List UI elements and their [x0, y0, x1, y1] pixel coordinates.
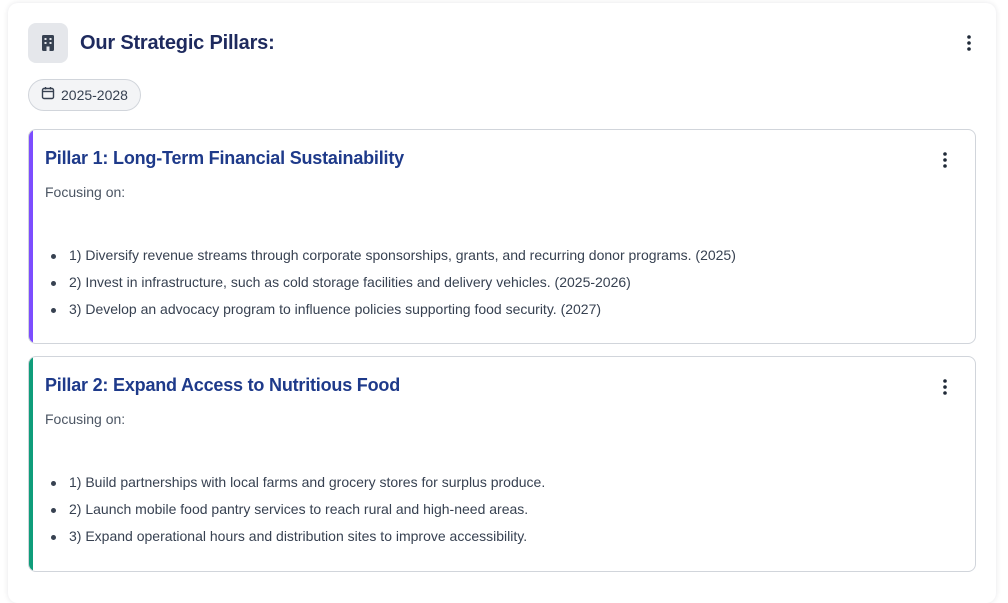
- list-item: 3) Develop an advocacy program to influe…: [45, 296, 736, 323]
- period-chip-label: 2025-2028: [61, 87, 128, 103]
- pillar-accent-bar: [29, 357, 33, 571]
- panel-header: Our Strategic Pillars:: [28, 23, 976, 63]
- pillar-items-list: 1) Diversify revenue streams through cor…: [45, 242, 736, 323]
- page-title: Our Strategic Pillars:: [80, 31, 275, 54]
- focus-label: Focusing on:: [45, 184, 126, 200]
- more-vertical-icon[interactable]: [935, 148, 955, 172]
- list-item: 1) Build partnerships with local farms a…: [45, 469, 545, 496]
- list-item: 1) Diversify revenue streams through cor…: [45, 242, 736, 269]
- period-chip[interactable]: 2025-2028: [28, 79, 141, 111]
- more-vertical-icon[interactable]: [959, 31, 979, 55]
- building-icon: [28, 23, 68, 63]
- pillar-card: Pillar 1: Long-Term Financial Sustainabi…: [28, 129, 976, 344]
- focus-label: Focusing on:: [45, 411, 126, 427]
- list-item: 2) Invest in infrastructure, such as col…: [45, 269, 736, 296]
- list-item: 3) Expand operational hours and distribu…: [45, 523, 545, 550]
- calendar-icon: [41, 86, 55, 105]
- strategic-pillars-panel: Our Strategic Pillars: 2025-2028 Pillar …: [8, 3, 996, 603]
- pillar-accent-bar: [29, 130, 33, 343]
- pillar-items-list: 1) Build partnerships with local farms a…: [45, 469, 545, 550]
- pillar-title: Pillar 2: Expand Access to Nutritious Fo…: [45, 375, 400, 395]
- more-vertical-icon[interactable]: [935, 375, 955, 399]
- pillar-card: Pillar 2: Expand Access to Nutritious Fo…: [28, 356, 976, 572]
- list-item: 2) Launch mobile food pantry services to…: [45, 496, 545, 523]
- pillar-title: Pillar 1: Long-Term Financial Sustainabi…: [45, 148, 404, 168]
